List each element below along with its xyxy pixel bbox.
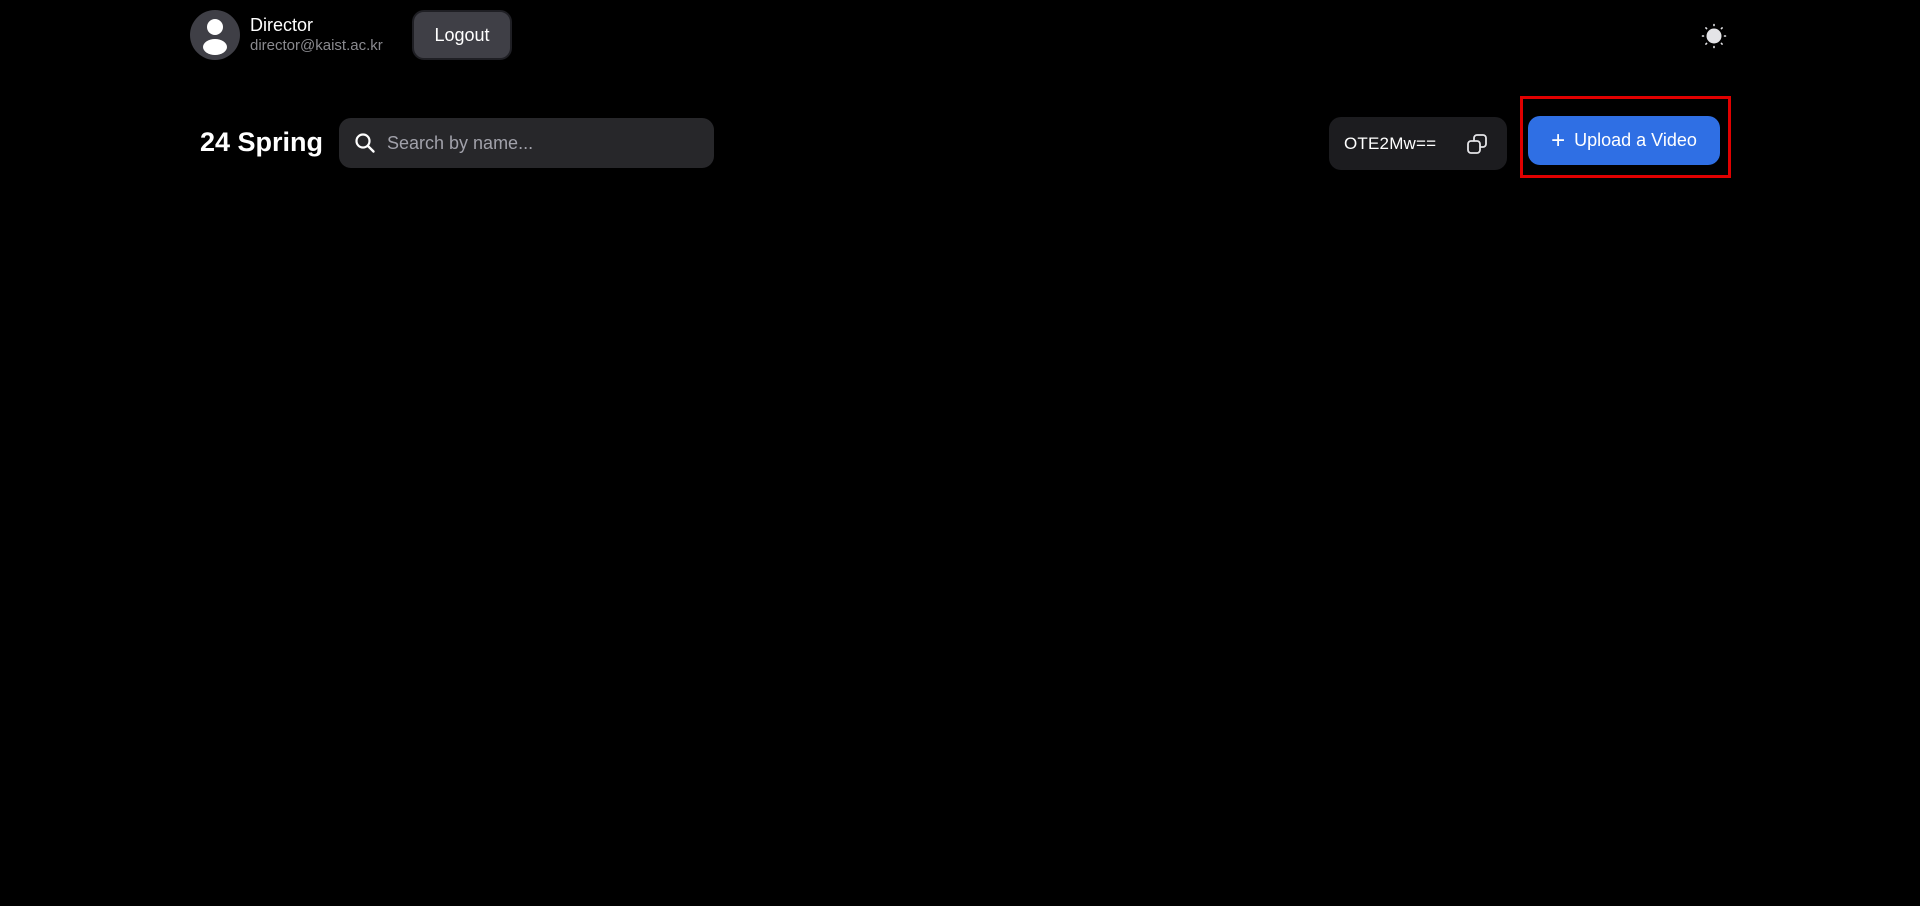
upload-video-label: Upload a Video bbox=[1574, 130, 1697, 150]
invite-code-box: OTE2Mw== bbox=[1329, 117, 1507, 170]
user-profile: Director director@kaist.ac.kr bbox=[190, 10, 383, 60]
search-bar[interactable] bbox=[339, 118, 714, 168]
upload-video-button[interactable]: + Upload a Video bbox=[1528, 116, 1720, 165]
sun-icon bbox=[1701, 23, 1727, 49]
user-avatar-icon bbox=[190, 10, 240, 60]
theme-toggle[interactable] bbox=[1700, 22, 1728, 50]
course-title: 24 Spring bbox=[200, 127, 324, 157]
search-input[interactable] bbox=[385, 131, 709, 155]
plus-icon: + bbox=[1551, 126, 1566, 154]
invite-code-value: OTE2Mw== bbox=[1344, 133, 1437, 153]
user-name: Director bbox=[250, 15, 314, 35]
user-info: Director director@kaist.ac.kr bbox=[250, 14, 383, 56]
copy-icon[interactable] bbox=[1464, 131, 1490, 157]
user-email: director@kaist.ac.kr bbox=[250, 37, 383, 54]
page: Director director@kaist.ac.kr Logout 24 … bbox=[0, 0, 1920, 907]
search-icon bbox=[354, 132, 376, 154]
header: Director director@kaist.ac.kr Logout bbox=[0, 0, 1920, 72]
logout-button[interactable]: Logout bbox=[412, 10, 512, 60]
